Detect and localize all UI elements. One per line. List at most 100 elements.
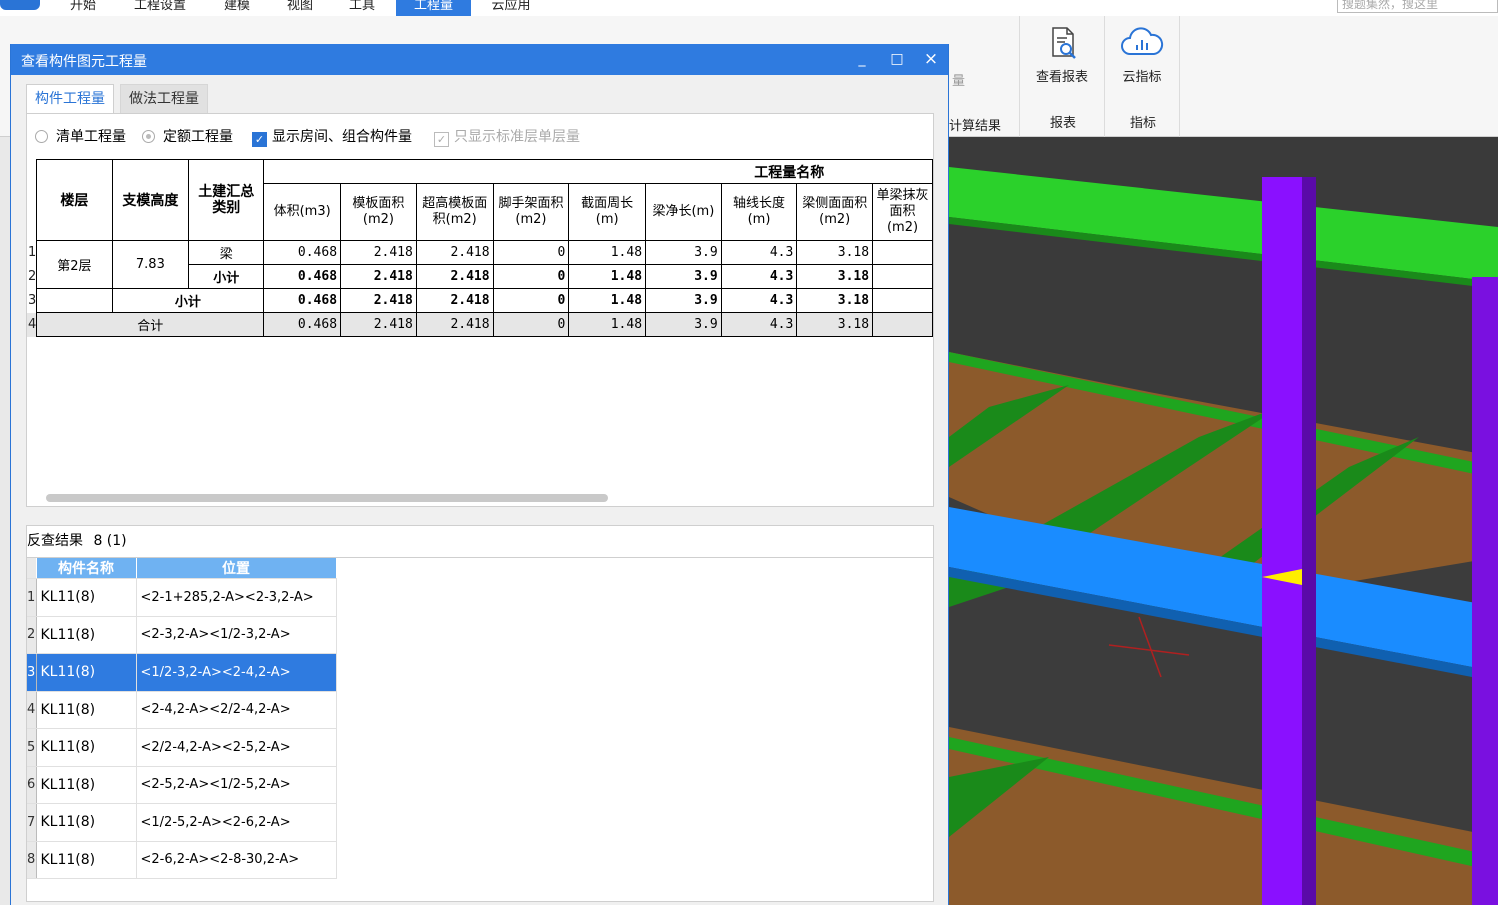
cell-component-name: KL11(8) xyxy=(36,578,137,617)
radio-circle xyxy=(142,130,155,143)
quantity-grid[interactable]: 楼层 支模高度 土建汇总类别 工程量名称 体积(m3) 模板面积(m2) 超高模… xyxy=(27,159,933,371)
cloud-chart-icon xyxy=(1121,27,1164,55)
view-report-label: 查看报表 xyxy=(1035,70,1088,85)
checkbox-show-rooms[interactable]: ✓ 显示房间、组合构件量 xyxy=(252,127,412,147)
row-number: 6 xyxy=(27,766,37,804)
menu-tab-view[interactable]: 视图 xyxy=(275,0,325,16)
table-row[interactable]: 3 小计 0.468 2.418 2.418 0 1.48 3.9 4.3 3.… xyxy=(27,288,933,313)
cell-net-length: 3.9 xyxy=(645,312,722,337)
cell-scaffold: 0 xyxy=(492,240,570,265)
col-header-axis-length: 轴线长度(m) xyxy=(720,183,798,241)
reverse-result-grid[interactable]: 构件名称 位置 1 KL11(8) <2-1+285,2-A><2-3,2-A> 2 K… xyxy=(27,557,933,901)
cell-component-name: KL11(8) xyxy=(36,728,137,767)
cell-net-length: 3.9 xyxy=(645,264,722,289)
row-number: 1 xyxy=(27,578,37,617)
row-number: 3 xyxy=(27,288,38,313)
cell-scaffold: 0 xyxy=(492,264,570,289)
list-item[interactable]: 2 KL11(8) <2-3,2-A><1/2-3,2-A> xyxy=(27,616,337,654)
cell-high-formwork: 2.418 xyxy=(415,288,494,313)
row-number: 5 xyxy=(27,728,37,767)
cell-position: <1/2-5,2-A><2-6,2-A> xyxy=(136,803,337,842)
menu-tab-tools[interactable]: 工具 xyxy=(337,0,387,16)
list-item[interactable]: 6 KL11(8) <2-5,2-A><1/2-5,2-A> xyxy=(27,766,337,804)
cell-position: <2-6,2-A><2-8-30,2-A> xyxy=(136,841,337,879)
reverse-result-title: 反查结果 8 (1) xyxy=(27,530,127,550)
cell-single-plaster xyxy=(872,288,933,313)
cell-high-formwork: 2.418 xyxy=(415,240,494,265)
list-item[interactable]: 7 KL11(8) <1/2-5,2-A><2-6,2-A> xyxy=(27,803,337,842)
menu-tab-quantity[interactable]: 工程量 xyxy=(396,0,471,16)
row-number: 8 xyxy=(27,841,37,879)
cell-single-plaster xyxy=(872,312,933,337)
row-number-header xyxy=(27,183,38,241)
tab-method-quantity[interactable]: 做法工程量 xyxy=(120,84,208,113)
ribbon-partial-label-left: 量 xyxy=(952,74,966,89)
app-window: 开始 工程设置 建模 视图 工具 工程量 云应用 搜题集然，搜这里 量 计算结果… xyxy=(0,0,1498,905)
cell-formwork: 2.418 xyxy=(340,288,417,313)
cell-high-formwork: 2.418 xyxy=(415,312,494,337)
list-item[interactable]: 1 KL11(8) <2-1+285,2-A><2-3,2-A> xyxy=(27,578,337,617)
app-logo[interactable] xyxy=(0,0,40,10)
quantity-panel: 清单工程量 定额工程量 ✓ 显示房间、组合构件量 ✓ 只显示标准层单层量 楼层 支模… xyxy=(26,113,934,507)
cell-volume: 0.468 xyxy=(263,312,342,337)
radio-circle xyxy=(35,130,48,143)
col-header-height: 支模高度 xyxy=(111,159,190,241)
close-button[interactable]: × xyxy=(922,50,940,68)
table-row[interactable]: 4 合计 0.468 2.418 2.418 0 1.48 3.9 4.3 3.… xyxy=(27,312,933,337)
dialog-title: 查看构件图元工程量 xyxy=(21,54,147,70)
list-item[interactable]: 3 KL11(8) <1/2-3,2-A><2-4,2-A> xyxy=(27,653,337,692)
component-quantity-dialog: 查看构件图元工程量 _ □ × 构件工程量 做法工程量 清单工程量 定额工程量 … xyxy=(10,44,949,905)
cell-component-name: KL11(8) xyxy=(36,766,137,804)
cell-single-plaster xyxy=(872,240,933,265)
reverse-title-label: 反查结果 xyxy=(27,533,83,549)
report-search-icon xyxy=(1052,27,1076,59)
maximize-button[interactable]: □ xyxy=(888,50,906,68)
menu-tab-cloud[interactable]: 云应用 xyxy=(480,0,542,16)
col-header-component-name[interactable]: 构件名称 xyxy=(36,558,137,579)
checkbox-checked-icon: ✓ xyxy=(252,132,267,147)
col-header-category: 土建汇总类别 xyxy=(188,159,265,241)
cloud-index-button[interactable]: 云指标 xyxy=(1106,26,1178,85)
horizontal-scrollbar[interactable] xyxy=(46,494,608,502)
checkbox-show-rooms-label: 显示房间、组合构件量 xyxy=(272,129,412,145)
radio-quota-quantity[interactable]: 定额工程量 xyxy=(142,127,233,147)
col-header-position[interactable]: 位置 xyxy=(136,558,337,579)
list-item[interactable]: 5 KL11(8) <2/2-4,2-A><2-5,2-A> xyxy=(27,728,337,767)
col-header-formwork: 模板面积(m2) xyxy=(340,183,417,241)
panel-splitter[interactable] xyxy=(26,511,934,525)
cell-perimeter: 1.48 xyxy=(568,288,647,313)
col-header-group: 工程量名称 xyxy=(263,159,933,184)
cell-perimeter: 1.48 xyxy=(568,240,647,265)
list-item[interactable]: 8 KL11(8) <2-6,2-A><2-8-30,2-A> xyxy=(27,841,337,879)
cell-volume: 0.468 xyxy=(263,288,342,313)
row-number-header xyxy=(27,558,37,579)
cell-position: <2-3,2-A><1/2-3,2-A> xyxy=(136,616,337,654)
menu-tab-start[interactable]: 开始 xyxy=(58,0,108,16)
dialog-titlebar[interactable]: 查看构件图元工程量 _ □ × xyxy=(11,44,948,75)
radio-list-quantity[interactable]: 清单工程量 xyxy=(35,127,126,147)
3d-viewport[interactable] xyxy=(949,137,1498,905)
cell-formwork: 2.418 xyxy=(340,264,417,289)
cell-scaffold: 0 xyxy=(492,288,570,313)
view-report-button[interactable]: 查看报表 xyxy=(1026,26,1098,85)
cell-component-name: KL11(8) xyxy=(36,653,137,692)
row-number: 3 xyxy=(27,653,37,692)
cell-axis-length: 4.3 xyxy=(720,288,798,313)
col-header-scaffold: 脚手架面积(m2) xyxy=(492,183,570,241)
cell-position: <1/2-3,2-A><2-4,2-A> xyxy=(136,653,337,692)
col-header-volume: 体积(m3) xyxy=(263,183,342,241)
radio-quota-label: 定额工程量 xyxy=(163,129,233,145)
col-header-floor: 楼层 xyxy=(36,159,113,241)
cell-component-name: KL11(8) xyxy=(36,841,137,879)
minimize-button[interactable]: _ xyxy=(853,50,871,68)
table-row[interactable]: 1 第2层 7.83 梁 0.468 2.418 2.418 0 1.48 3.… xyxy=(27,240,933,289)
ribbon-separator xyxy=(1104,16,1105,137)
menu-tab-project-settings[interactable]: 工程设置 xyxy=(120,0,200,16)
cell-high-formwork: 2.418 xyxy=(415,264,494,289)
list-item[interactable]: 4 KL11(8) <2-4,2-A><2/2-4,2-A> xyxy=(27,691,337,729)
col-header-high-formwork: 超高模板面积(m2) xyxy=(415,183,494,241)
search-input[interactable]: 搜题集然，搜这里 xyxy=(1337,0,1498,13)
cell-perimeter: 1.48 xyxy=(568,312,647,337)
tab-component-quantity[interactable]: 构件工程量 xyxy=(26,84,114,113)
menu-tab-modeling[interactable]: 建模 xyxy=(212,0,262,16)
